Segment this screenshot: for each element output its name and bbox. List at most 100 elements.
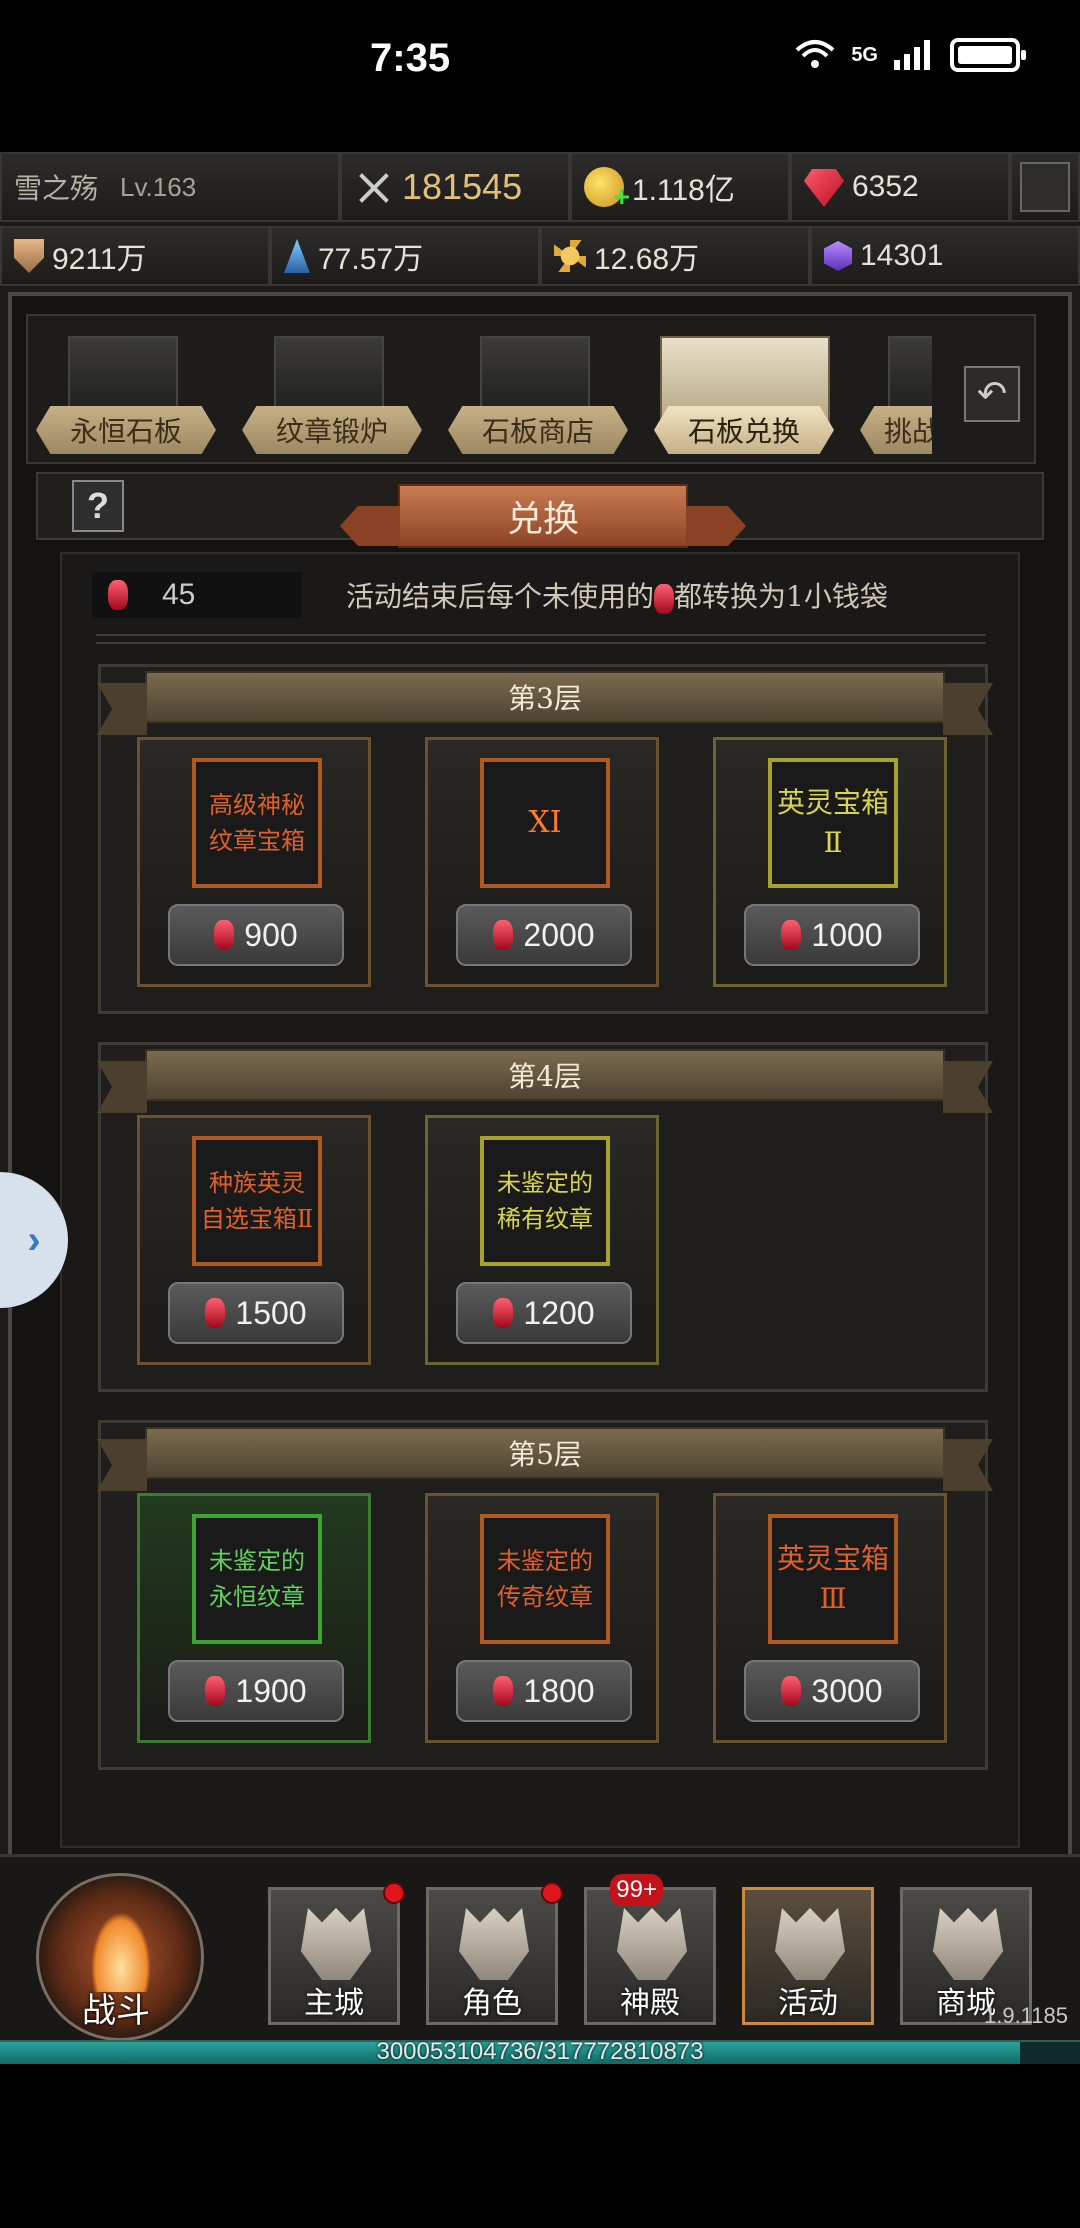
nav-events[interactable]: 活动	[742, 1887, 874, 2025]
exchange-item-card[interactable]: 英灵宝箱Ⅱ 1000	[713, 737, 947, 987]
tab-slate-shop[interactable]: 石板商店	[440, 336, 640, 466]
sun-emblem-icon	[554, 240, 586, 272]
resource-2: 77.57万	[270, 226, 540, 286]
price-button[interactable]: 1900	[168, 1660, 344, 1722]
exchange-content: 45 活动结束后每个未使用的 都转换为1小钱袋 第3层 高级神秘纹章宝箱 900 …	[60, 552, 1020, 1848]
note-suffix: 都转换为1小钱袋	[674, 580, 888, 613]
gem-display[interactable]: 6352	[790, 152, 1010, 222]
token-count: 45	[162, 578, 196, 611]
price-button[interactable]: 3000	[744, 1660, 920, 1722]
fight-label: 战斗	[82, 1991, 150, 2031]
item-price: 1900	[235, 1672, 307, 1709]
book-icon	[888, 336, 932, 416]
player-level: Lv.163	[120, 171, 197, 202]
token-info-row: 45 活动结束后每个未使用的 都转换为1小钱袋	[92, 570, 1012, 620]
tab-challenge[interactable]: 挑战	[852, 336, 932, 466]
resource-bar-bottom: 9211万 77.57万 12.68万 14301	[0, 226, 1080, 286]
item-name: 英灵宝箱Ⅱ	[768, 758, 898, 888]
tab-eternal-slate[interactable]: 永恒石板	[28, 336, 228, 466]
chevron-right-icon: ›	[27, 1217, 41, 1262]
exchange-item-card[interactable]: 未鉴定的传奇纹章 1800	[425, 1493, 659, 1743]
experience-bar: 300053104736/317772810873	[0, 2038, 1080, 2064]
red-token-icon	[214, 920, 235, 950]
bottom-nav: 战斗 主城 角色 神殿 99+ 活动 商城 1.9.1185	[0, 1854, 1080, 2064]
gem-value: 6352	[852, 170, 919, 203]
book-icon	[274, 336, 384, 416]
exchange-header: ? 兑换	[36, 472, 1044, 548]
exchange-title: 兑换	[398, 484, 688, 548]
exchange-item-card[interactable]: 英灵宝箱Ⅲ 3000	[713, 1493, 947, 1743]
back-button[interactable]: ↶	[964, 366, 1020, 422]
red-token-icon	[205, 1676, 226, 1706]
ruby-icon	[804, 169, 844, 207]
status-icons: 5G	[793, 38, 1026, 72]
price-button[interactable]: 900	[168, 904, 344, 966]
diamond-icon	[933, 1908, 1003, 1980]
red-token-icon	[654, 583, 675, 614]
temple-icon	[617, 1908, 687, 1980]
helmet-icon	[459, 1908, 529, 1980]
floor-title: 第4层	[145, 1049, 945, 1101]
power-display: 181545	[340, 152, 570, 222]
token-conversion-note: 活动结束后每个未使用的 都转换为1小钱袋	[346, 575, 888, 615]
gold-coin-icon: +	[584, 167, 630, 211]
tab-crest-forge[interactable]: 纹章锻炉	[234, 336, 434, 466]
help-button[interactable]: ?	[72, 480, 124, 532]
nav-main-city[interactable]: 主城	[268, 1882, 405, 2025]
game-screen: 雪之殇 Lv.163 181545 + 1.118亿 6352 9211万 77…	[0, 152, 1080, 2064]
wifi-icon	[793, 38, 837, 72]
status-time: 7:35	[370, 36, 451, 80]
banner-icon	[775, 1908, 845, 1980]
notification-dot	[383, 1882, 405, 1904]
item-price: 2000	[523, 916, 595, 953]
price-button[interactable]: 2000	[456, 904, 632, 966]
menu-icon	[1020, 162, 1070, 212]
item-name: 未鉴定的永恒纹章	[192, 1514, 322, 1644]
red-token-icon	[493, 1676, 514, 1706]
price-button[interactable]: 1800	[456, 1660, 632, 1722]
item-price: 1500	[235, 1294, 307, 1331]
price-button[interactable]: 1500	[168, 1282, 344, 1344]
exchange-item-card[interactable]: 种族英灵自选宝箱Ⅱ 1500	[137, 1115, 371, 1365]
item-name: 种族英灵自选宝箱Ⅱ	[192, 1136, 322, 1266]
status-bar: 7:35 5G	[0, 0, 1080, 120]
token-count-box: 45	[92, 572, 302, 618]
signal-icon	[892, 38, 936, 72]
red-token-icon	[781, 920, 802, 950]
resource-3-value: 12.68万	[594, 243, 700, 276]
exchange-item-card[interactable]: XI 2000	[425, 737, 659, 987]
nav-temple[interactable]: 神殿 99+	[584, 1874, 716, 2025]
swords-icon	[354, 167, 394, 207]
gold-display[interactable]: + 1.118亿	[570, 152, 790, 222]
gold-value: 1.118亿	[632, 174, 735, 207]
nav-label: 神殿	[620, 1986, 680, 2021]
tab-bar: 永恒石板 纹章锻炉 石板商店 石板兑换 挑战 ↶	[26, 314, 1036, 464]
menu-button[interactable]	[1010, 152, 1080, 222]
nav-character[interactable]: 角色	[426, 1882, 563, 2025]
castle-icon	[301, 1908, 371, 1980]
resource-1-value: 9211万	[52, 243, 147, 276]
player-info[interactable]: 雪之殇 Lv.163	[0, 152, 340, 222]
floor-title: 第3层	[145, 671, 945, 723]
price-button[interactable]: 1000	[744, 904, 920, 966]
exchange-item-card[interactable]: 未鉴定的稀有纹章 1200	[425, 1115, 659, 1365]
item-price: 3000	[811, 1672, 883, 1709]
item-price: 1000	[811, 916, 883, 953]
tab-slate-exchange[interactable]: 石板兑换	[646, 336, 846, 466]
tab-label: 石板商店	[448, 406, 628, 454]
price-button[interactable]: 1200	[456, 1282, 632, 1344]
floor-3-section: 第3层 高级神秘纹章宝箱 900 XI 2000 英灵宝箱Ⅱ 1000	[98, 664, 988, 1014]
power-value: 181545	[402, 166, 523, 207]
purple-gem-icon	[824, 241, 852, 271]
tab-label: 石板兑换	[654, 406, 834, 454]
item-price: 1200	[523, 1294, 595, 1331]
nav-label: 主城	[304, 1986, 364, 2021]
shield-icon	[14, 239, 44, 273]
item-name: 英灵宝箱Ⅲ	[768, 1514, 898, 1644]
floor-title: 第5层	[145, 1427, 945, 1479]
item-price: 1800	[523, 1672, 595, 1709]
notification-badge: 99+	[610, 1874, 663, 1906]
exchange-item-card[interactable]: 高级神秘纹章宝箱 900	[137, 737, 371, 987]
exchange-item-card[interactable]: 未鉴定的永恒纹章 1900	[137, 1493, 371, 1743]
notification-dot	[541, 1882, 563, 1904]
